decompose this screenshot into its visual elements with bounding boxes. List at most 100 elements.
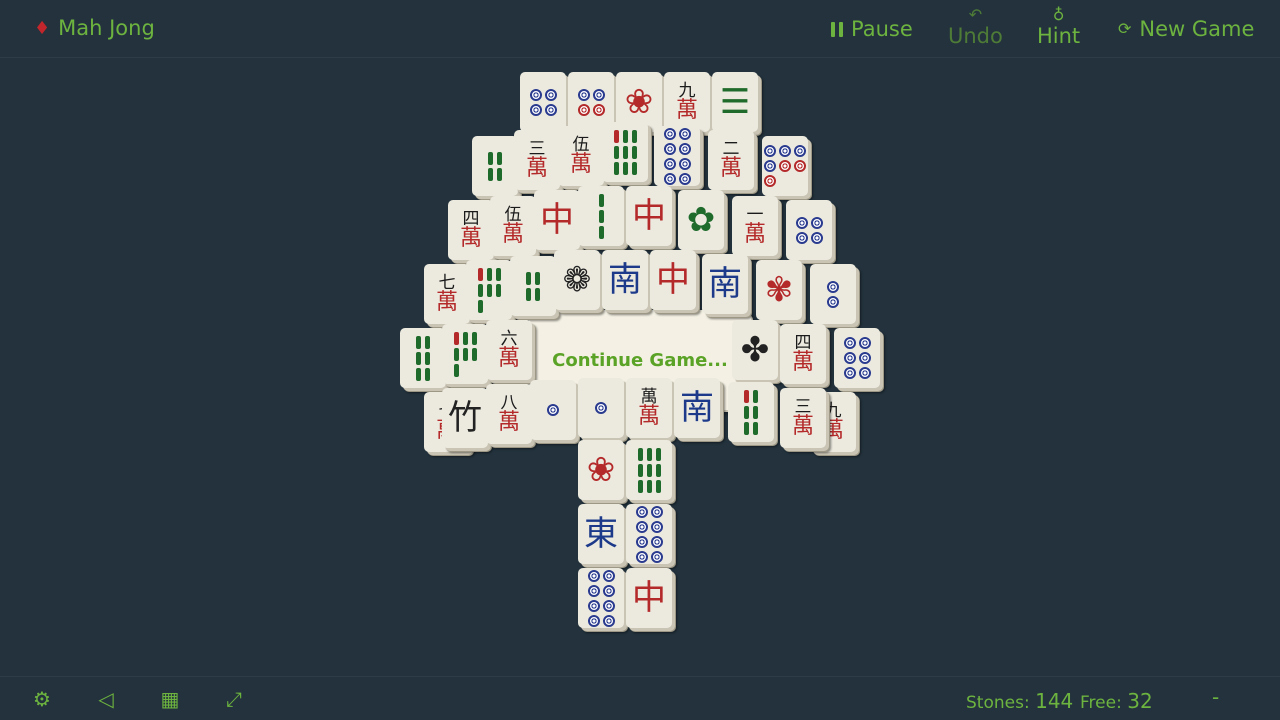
mahjong-tile[interactable]	[810, 264, 856, 324]
circle-suit-icon	[529, 88, 557, 116]
mahjong-tile[interactable]: 三萬	[514, 130, 560, 190]
stones-label: Stones:	[966, 693, 1030, 713]
mahjong-tile[interactable]: 一萬	[732, 196, 778, 256]
mahjong-tile[interactable]: ☰	[712, 72, 758, 132]
character-tile-icon: 伍萬	[501, 204, 524, 247]
pause-label: Pause	[851, 17, 913, 41]
stones-counter: Stones: 144	[966, 689, 1073, 713]
mahjong-tile[interactable]: ✿	[678, 190, 724, 250]
mahjong-tile[interactable]: 伍萬	[490, 196, 536, 256]
hint-button[interactable]: ♁ Hint	[1037, 6, 1081, 49]
mahjong-tile[interactable]: 萬萬	[626, 378, 672, 438]
mahjong-tile[interactable]	[786, 200, 832, 260]
mahjong-tile[interactable]: 伍萬	[558, 126, 604, 186]
mahjong-tile[interactable]	[442, 324, 488, 384]
mahjong-tile[interactable]: 竹	[442, 388, 488, 448]
circle-suit-icon	[663, 127, 691, 185]
bamboo-suit-icon	[453, 331, 477, 377]
tile-symbol-icon: ✤	[740, 330, 770, 370]
tile-symbol-icon: 竹	[448, 398, 482, 438]
mahjong-tile[interactable]: 中	[534, 190, 580, 250]
mahjong-tile[interactable]	[510, 256, 556, 316]
tile-symbol-icon: ✾	[764, 270, 794, 310]
bamboo-suit-icon	[744, 389, 758, 435]
mahjong-tile[interactable]: 中	[626, 186, 672, 246]
character-tile-icon: 三萬	[791, 396, 814, 439]
new-game-button[interactable]: ⟳ New Game	[1118, 17, 1254, 41]
mahjong-tile[interactable]	[530, 380, 576, 440]
mahjong-tile[interactable]	[520, 72, 566, 132]
top-bar: ♦ Mah Jong Pause ↶ Undo ♁ Hint ⟳ New Gam…	[0, 0, 1280, 58]
mahjong-tile[interactable]	[728, 382, 774, 442]
mahjong-tile[interactable]: 八萬	[486, 384, 532, 444]
circle-suit-icon	[635, 505, 663, 563]
mahjong-tile[interactable]: 二萬	[708, 130, 754, 190]
undo-icon: ↶	[968, 5, 983, 24]
mahjong-tile[interactable]: 中	[650, 250, 696, 310]
mahjong-tile[interactable]: ❁	[554, 250, 600, 310]
mahjong-tile[interactable]	[400, 328, 446, 388]
mahjong-tile[interactable]	[472, 136, 518, 196]
mahjong-tile[interactable]	[578, 186, 624, 246]
bamboo-suit-icon	[598, 193, 604, 239]
pause-icon	[831, 21, 843, 37]
settings-gear-icon[interactable]: ⚙	[30, 687, 54, 711]
mahjong-tile[interactable]	[466, 260, 512, 320]
character-tile-icon: 一萬	[743, 204, 766, 247]
mahjong-tile[interactable]: 九萬	[664, 72, 710, 132]
character-tile-icon: 九萬	[675, 80, 698, 123]
mahjong-tile[interactable]: ✤	[732, 320, 778, 380]
mahjong-tile[interactable]	[626, 504, 672, 564]
mahjong-tile[interactable]: 南	[602, 250, 648, 310]
mahjong-tile[interactable]	[602, 122, 648, 182]
mahjong-tile[interactable]: 南	[674, 378, 720, 438]
mahjong-tile[interactable]: 七萬	[424, 264, 470, 324]
mahjong-tile[interactable]: 四萬	[448, 200, 494, 260]
character-tile-icon: 萬萬	[637, 386, 660, 429]
calendar-icon[interactable]: ▦	[158, 687, 182, 711]
bamboo-suit-icon	[488, 151, 502, 181]
circle-suit-icon	[843, 337, 871, 379]
bamboo-suit-icon	[416, 335, 430, 381]
refresh-icon: ⟳	[1118, 19, 1132, 38]
tile-symbol-icon: ☰	[719, 82, 751, 122]
mahjong-tile[interactable]: 中	[626, 568, 672, 628]
mahjong-tile[interactable]	[834, 328, 880, 388]
mahjong-tile[interactable]	[626, 440, 672, 500]
circle-suit-icon	[795, 216, 823, 244]
undo-button[interactable]: ↶ Undo	[948, 5, 1003, 49]
tile-symbol-icon: 南	[708, 264, 742, 304]
bamboo-suit-icon	[477, 267, 501, 313]
tile-symbol-icon: 南	[608, 260, 642, 300]
mahjong-tile[interactable]: ❀	[578, 440, 624, 500]
bottom-bar: ⚙ ◁ ▦ ⤢ Stones: 144 Free: 32 -	[0, 676, 1280, 720]
mahjong-tile[interactable]: 四萬	[780, 324, 826, 384]
mahjong-tile[interactable]	[578, 568, 624, 628]
mahjong-tile[interactable]	[654, 126, 700, 186]
tile-symbol-icon: 南	[680, 388, 714, 428]
circle-suit-icon	[827, 280, 839, 308]
fullscreen-icon[interactable]: ⤢	[222, 687, 246, 711]
tile-symbol-icon: 中	[632, 196, 666, 236]
free-value: 32	[1127, 689, 1153, 713]
character-tile-icon: 四萬	[459, 208, 482, 251]
mahjong-tile[interactable]: 南	[702, 254, 748, 314]
collapse-button[interactable]: -	[1212, 685, 1219, 709]
character-tile-icon: 四萬	[791, 332, 814, 375]
pause-button[interactable]: Pause	[831, 17, 913, 41]
character-tile-icon: 八萬	[497, 392, 520, 435]
hint-label: Hint	[1037, 24, 1081, 48]
bamboo-suit-icon	[613, 129, 637, 175]
free-counter: Free: 32	[1080, 689, 1153, 713]
mahjong-tile[interactable]	[762, 136, 808, 196]
mahjong-tile[interactable]: 東	[578, 504, 624, 564]
mahjong-tile[interactable]: ✾	[756, 260, 802, 320]
mahjong-tile[interactable]	[578, 378, 624, 438]
free-label: Free:	[1080, 693, 1122, 713]
mahjong-tile[interactable]: 六萬	[486, 320, 532, 380]
tile-symbol-icon: 中	[632, 578, 666, 618]
circle-suit-icon	[764, 145, 806, 187]
mahjong-tile[interactable]: 三萬	[780, 388, 826, 448]
sound-icon[interactable]: ◁	[94, 687, 118, 711]
bamboo-suit-icon	[526, 271, 540, 301]
